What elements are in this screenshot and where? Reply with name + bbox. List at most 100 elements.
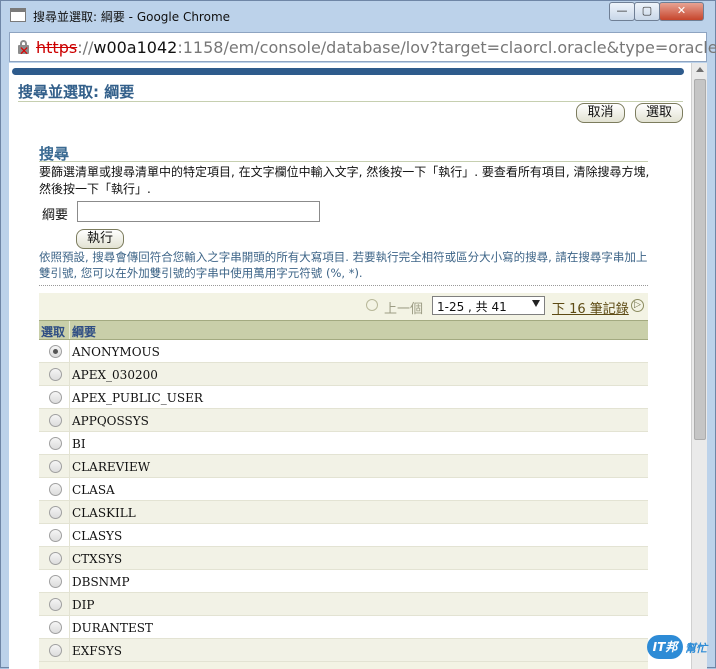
table-row[interactable]: ANONYMOUS (39, 340, 648, 363)
column-header-schema[interactable]: 綱要 (70, 321, 648, 339)
select-cell (39, 524, 70, 546)
schema-name: CLASYS (72, 529, 123, 543)
scroll-up-arrow-icon[interactable] (696, 67, 704, 72)
schema-name: BI (72, 437, 86, 451)
select-cell (39, 478, 70, 500)
select-cell (39, 409, 70, 431)
vertical-scrollbar[interactable] (691, 63, 707, 669)
select-radio[interactable] (49, 575, 62, 588)
select-radio[interactable] (49, 460, 62, 473)
next-arrow-icon[interactable]: ▷ (631, 299, 644, 312)
header-bar (12, 68, 684, 75)
select-radio[interactable] (49, 529, 62, 542)
table-row[interactable]: DBSNMP (39, 570, 648, 593)
url-path: :1158/em/console/database/lov?target=cla… (177, 38, 716, 57)
table-body: ANONYMOUS APEX_030200 APEX_PUBLIC_USER APPQ… (39, 340, 648, 662)
watermark-bubble: IT邦 (647, 635, 683, 659)
table-row[interactable]: BI (39, 432, 648, 455)
schema-search-input[interactable] (77, 201, 320, 222)
search-divider (39, 161, 648, 162)
go-button[interactable]: 執行 (76, 229, 124, 249)
minimize-button[interactable]: — (609, 2, 635, 21)
table-header: 選取 綱要 (39, 320, 648, 340)
select-cell (39, 386, 70, 408)
select-radio[interactable] (49, 644, 62, 657)
select-button[interactable]: 選取 (635, 103, 683, 123)
table-row[interactable]: APEX_PUBLIC_USER (39, 386, 648, 409)
select-cell (39, 363, 70, 385)
dotted-divider (39, 285, 648, 286)
scroll-thumb[interactable] (694, 79, 706, 440)
select-cell (39, 501, 70, 523)
title-divider (18, 101, 683, 102)
address-bar[interactable]: ✕ https://w00a1042:1158/em/console/datab… (9, 32, 716, 62)
cancel-button[interactable]: 取消 (576, 103, 625, 123)
search-instructions: 要篩選清單或搜尋清單中的特定項目, 在文字欄位中輸入文字, 然後按一下「執行」.… (39, 165, 650, 196)
next-link[interactable]: 下 16 筆記錄 (552, 298, 629, 317)
search-tip: 依照預設, 搜尋會傳回符合您輸入之字串開頭的所有大寫項目. 若要執行完全相符或區… (39, 250, 648, 280)
prev-arrow-icon (366, 299, 378, 311)
table-row[interactable]: CLAREVIEW (39, 455, 648, 478)
results-panel: 上一個 1-25 , 共 41 下 16 筆記錄 ▷ 選取 綱要 ANONYMO… (39, 293, 648, 669)
insecure-lock-icon[interactable]: ✕ (17, 40, 31, 57)
table-row[interactable]: APPQOSSYS (39, 409, 648, 432)
watermark-text: 幫忙 (685, 642, 707, 655)
schema-name: APPQOSSYS (72, 414, 149, 428)
schema-name: DBSNMP (72, 575, 130, 589)
select-radio[interactable] (49, 483, 62, 496)
select-radio[interactable] (49, 368, 62, 381)
table-row[interactable]: DURANTEST (39, 616, 648, 639)
select-radio[interactable] (49, 437, 62, 450)
results-table: 選取 綱要 ANONYMOUS APEX_030200 APEX_PUBLIC_US… (39, 320, 648, 662)
schema-name: CLASKILL (72, 506, 136, 520)
window-title: 搜尋並選取: 綱要 - Google Chrome (33, 10, 231, 24)
schema-name: ANONYMOUS (72, 345, 160, 359)
select-radio[interactable] (49, 598, 62, 611)
schema-name: CTXSYS (72, 552, 123, 566)
page-content: 搜尋並選取: 綱要 取消 選取 搜尋 要篩選清單或搜尋清單中的特定項目, 在文字… (9, 63, 707, 669)
browser-window: 搜尋並選取: 綱要 - Google Chrome — ▢ ✕ ✕ https:… (0, 0, 716, 669)
select-cell (39, 455, 70, 477)
select-cell (39, 593, 70, 615)
schema-name: DIP (72, 598, 95, 612)
table-row[interactable]: DIP (39, 593, 648, 616)
column-header-select[interactable]: 選取 (39, 321, 70, 339)
window-icon (10, 8, 26, 22)
title-bar: 搜尋並選取: 綱要 - Google Chrome — ▢ ✕ (1, 1, 715, 31)
maximize-button[interactable]: ▢ (634, 2, 660, 21)
dropdown-arrow-icon (532, 300, 540, 307)
table-row[interactable]: CLASA (39, 478, 648, 501)
select-cell (39, 639, 70, 661)
table-row[interactable]: APEX_030200 (39, 363, 648, 386)
table-row[interactable]: CTXSYS (39, 547, 648, 570)
url-scheme: https (36, 38, 78, 57)
prev-link: 上一個 (384, 302, 424, 317)
table-row[interactable]: CLASYS (39, 524, 648, 547)
select-radio[interactable] (49, 414, 62, 427)
close-button[interactable]: ✕ (659, 2, 704, 21)
schema-name: APEX_030200 (72, 368, 158, 382)
schema-name: DURANTEST (72, 621, 153, 635)
select-radio[interactable] (49, 506, 62, 519)
pagination-bar: 上一個 1-25 , 共 41 下 16 筆記錄 ▷ (39, 293, 648, 319)
select-cell (39, 616, 70, 638)
select-cell (39, 570, 70, 592)
table-row[interactable]: EXFSYS (39, 639, 648, 662)
url-text[interactable]: https://w00a1042:1158/em/console/databas… (36, 38, 716, 57)
schema-field-label: 綱要 (42, 208, 69, 223)
range-dropdown[interactable]: 1-25 , 共 41 (432, 296, 545, 315)
select-radio[interactable] (49, 552, 62, 565)
select-radio[interactable] (49, 391, 62, 404)
ithome-watermark-logo: IT邦 幫忙 (647, 633, 709, 661)
schema-name: CLAREVIEW (72, 460, 151, 474)
schema-name: APEX_PUBLIC_USER (72, 391, 203, 405)
select-cell (39, 432, 70, 454)
select-cell (39, 547, 70, 569)
table-row[interactable]: CLASKILL (39, 501, 648, 524)
schema-name: CLASA (72, 483, 115, 497)
page-title: 搜尋並選取: 綱要 (18, 83, 135, 101)
select-radio[interactable] (49, 345, 62, 358)
select-cell (39, 340, 70, 362)
select-radio[interactable] (49, 621, 62, 634)
url-host: w00a1042 (93, 38, 178, 57)
